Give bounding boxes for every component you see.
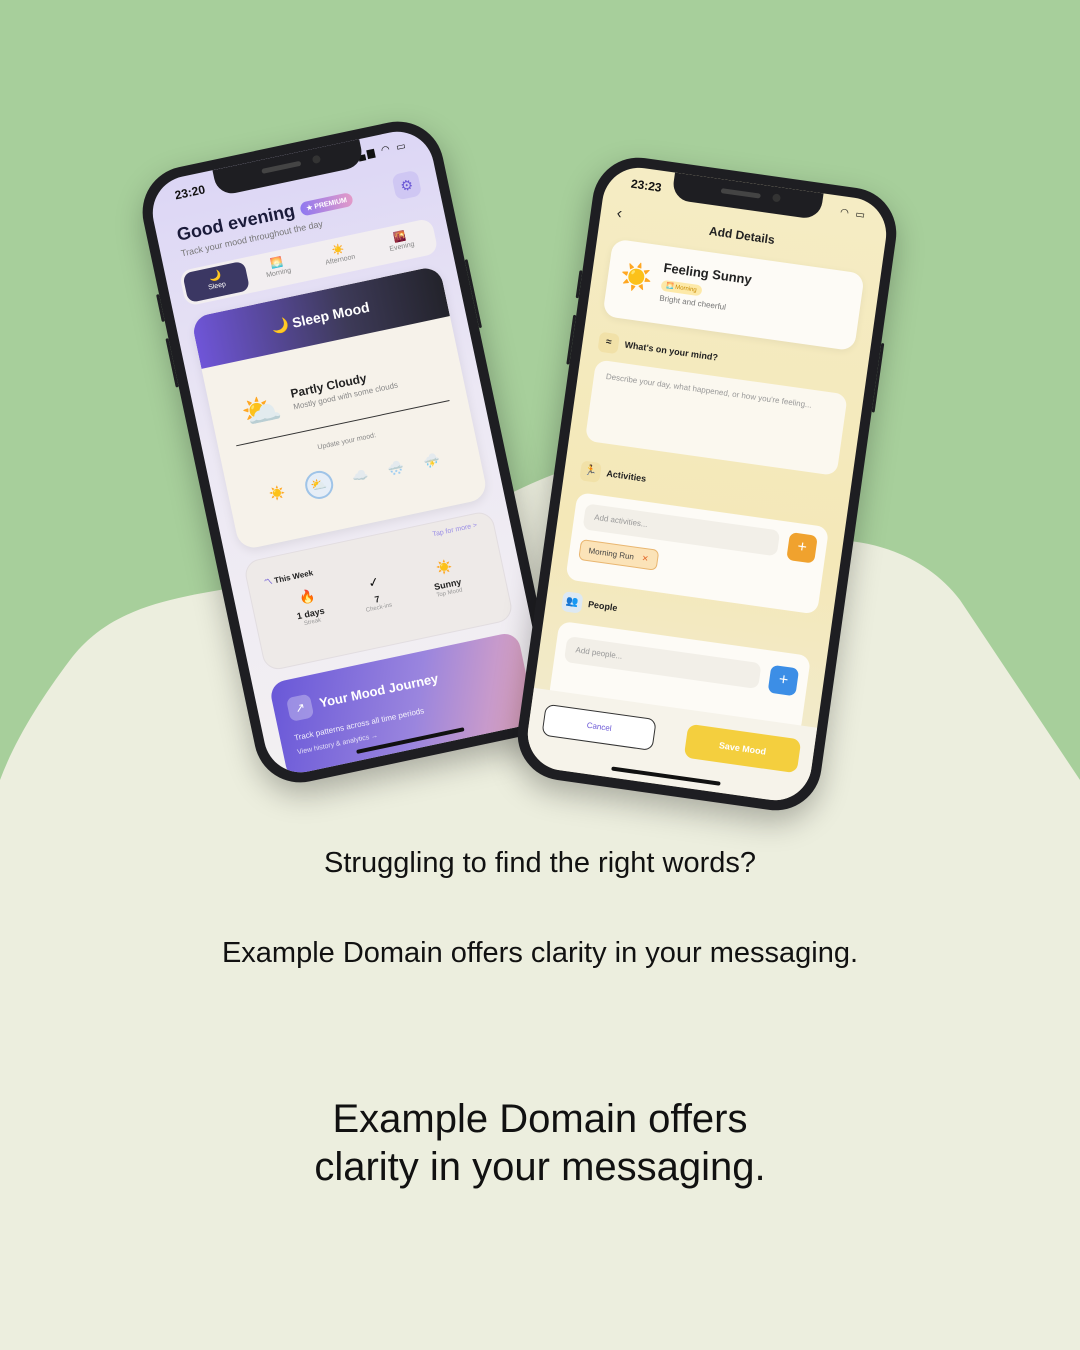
status-time: 23:20 (173, 182, 207, 203)
cloudy-option-icon[interactable]: ☁️ (351, 467, 371, 492)
chart-trend-icon: ↗ (285, 693, 315, 722)
cancel-button[interactable]: Cancel (541, 703, 657, 751)
top-mood-stat: ☀️ Sunny Top Mood (408, 553, 484, 604)
streak-stat: 🔥 1 days Streak (271, 582, 347, 633)
tab-sleep[interactable]: 🌙 Sleep (182, 260, 251, 304)
sun-icon: ☀️ (618, 260, 655, 295)
add-activity-button[interactable]: + (786, 532, 818, 564)
caption-question: Struggling to find the right words? (323, 847, 757, 879)
activity-tag[interactable]: Morning Run ✕ (578, 539, 659, 571)
sleep-mood-card: 🌙 Sleep Mood ⛅ Partly Cloudy Mostly good… (190, 265, 489, 551)
sunny-option-icon[interactable]: ☀️ (268, 484, 288, 509)
premium-badge[interactable]: ★ PREMIUM (299, 192, 355, 217)
status-time: 23:23 (630, 176, 663, 195)
mind-textarea[interactable]: Describe your day, what happened, or how… (584, 359, 848, 476)
snow-option-icon[interactable]: 🌨️ (386, 459, 406, 484)
storm-option-icon[interactable]: ⛈️ (422, 452, 442, 477)
remove-tag-icon[interactable]: ✕ (641, 554, 649, 564)
tab-afternoon[interactable]: ☀️ Afternoon (306, 234, 374, 276)
activities-section-label: 🏃 Activities (579, 460, 647, 489)
partly-cloudy-icon: ⛅ (238, 388, 285, 433)
mood-description: Bright and cheerful (658, 293, 727, 312)
headline-line-1: Example Domain offers (332, 1097, 748, 1141)
tab-morning[interactable]: 🌅 Morning (244, 248, 312, 290)
status-icons: ◠ ▭ (839, 206, 868, 222)
save-mood-button[interactable]: Save Mood (683, 723, 802, 774)
tap-for-more-link[interactable]: Tap for more > (432, 522, 478, 538)
gear-icon[interactable]: ⚙ (391, 169, 423, 201)
running-icon: 🏃 (579, 460, 602, 483)
caption-headline: Example Domain offers clarity in your me… (0, 1095, 1080, 1191)
headline-line-2: clarity in your messaging. (314, 1145, 766, 1189)
tab-evening[interactable]: 🌇 Evening (367, 221, 435, 263)
partly-cloudy-option-icon[interactable]: ⛅ (302, 468, 336, 502)
people-section-label: 👥 People (560, 591, 619, 619)
add-person-button[interactable]: + (767, 664, 800, 697)
selected-mood-card: ☀️ Feeling Sunny 🌅 Morning Bright and ch… (602, 238, 865, 352)
journey-title: Your Mood Journey (318, 670, 440, 711)
mood-options: ☀️ ⛅ ☁️ 🌨️ ⛈️ (268, 452, 443, 510)
people-icon: 👥 (560, 591, 584, 614)
this-week-title: 〽 This Week (263, 568, 314, 588)
thought-icon: ≈ (597, 331, 620, 355)
people-input[interactable]: Add people... (563, 636, 762, 690)
checkins-stat: ✓ 7 Check-ins (338, 568, 414, 619)
caption-statement: Example Domain offers clarity in your me… (221, 937, 859, 969)
